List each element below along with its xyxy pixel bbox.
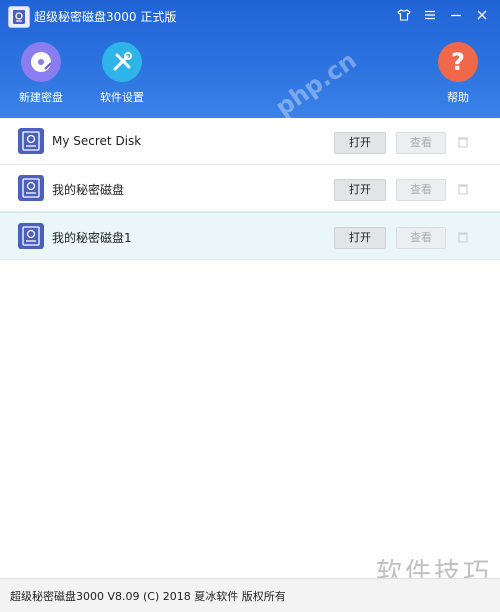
disk-plus-icon <box>21 42 61 82</box>
disk-row[interactable]: 我的秘密磁盘1 打开 查看 <box>0 212 500 260</box>
delete-icon[interactable] <box>456 229 470 248</box>
close-icon[interactable] <box>474 8 490 24</box>
disk-icon <box>18 175 44 201</box>
minimize-icon[interactable] <box>448 8 464 24</box>
help-icon: ? <box>438 42 478 82</box>
disk-list: My Secret Disk 打开 查看 我的秘密磁盘 打开 查看 我的秘密磁盘… <box>0 118 500 260</box>
open-button[interactable]: 打开 <box>334 132 386 154</box>
window-title: 超级秘密磁盘3000 正式版 <box>34 10 177 24</box>
disk-name: 我的秘密磁盘 <box>52 183 125 197</box>
view-button[interactable]: 查看 <box>396 227 446 249</box>
view-button[interactable]: 查看 <box>396 132 446 154</box>
delete-icon[interactable] <box>456 181 470 200</box>
help-label: 帮助 <box>447 91 469 104</box>
open-button[interactable]: 打开 <box>334 227 386 249</box>
new-disk-label: 新建密盘 <box>19 91 63 104</box>
window-controls <box>396 8 490 24</box>
disk-row[interactable]: My Secret Disk 打开 查看 <box>0 118 500 165</box>
open-button[interactable]: 打开 <box>334 179 386 201</box>
app-icon <box>8 6 30 28</box>
settings-button[interactable]: 软件设置 <box>87 42 157 105</box>
title-bar[interactable]: 超级秘密磁盘3000 正式版 <box>0 0 500 32</box>
settings-label: 软件设置 <box>100 91 144 104</box>
shirt-icon[interactable] <box>396 8 412 24</box>
delete-icon[interactable] <box>456 134 470 153</box>
disk-name: 我的秘密磁盘1 <box>52 231 132 245</box>
help-symbol: ? <box>451 48 465 76</box>
disk-icon <box>18 128 44 154</box>
view-button[interactable]: 查看 <box>396 179 446 201</box>
tools-icon <box>102 42 142 82</box>
menu-icon[interactable] <box>422 8 438 24</box>
disk-icon <box>18 223 44 249</box>
disk-name: My Secret Disk <box>52 134 142 148</box>
help-button[interactable]: ? 帮助 <box>423 42 493 105</box>
status-bar: 超级秘密磁盘3000 V8.09 (C) 2018 夏冰软件 版权所有 <box>0 578 500 612</box>
watermark: php.cn <box>270 46 362 122</box>
new-disk-button[interactable]: 新建密盘 <box>6 42 76 105</box>
header: 超级秘密磁盘3000 正式版 新建密盘 软件设置 php.cn ? 帮助 <box>0 0 500 122</box>
copyright-text: 超级秘密磁盘3000 V8.09 (C) 2018 夏冰软件 版权所有 <box>10 590 286 603</box>
disk-row[interactable]: 我的秘密磁盘 打开 查看 <box>0 165 500 212</box>
